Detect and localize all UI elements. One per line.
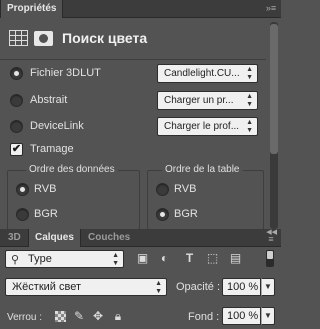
radio-data-rvb[interactable] bbox=[16, 183, 29, 196]
select-arrows-icon: ▲ ▼ bbox=[246, 66, 253, 81]
tab-layers[interactable]: Calques bbox=[28, 229, 81, 247]
label-data-rvb: RVB bbox=[34, 183, 57, 195]
opacity-dropdown-arrow[interactable]: ▼ bbox=[261, 278, 275, 296]
filter-toggle[interactable] bbox=[266, 250, 274, 267]
label-3dlut: Fichier 3DLUT bbox=[30, 67, 101, 79]
data-order-rvb: RVB bbox=[8, 179, 138, 201]
opacity-label: Opacité : bbox=[176, 281, 221, 293]
radio-3dlut[interactable] bbox=[10, 67, 23, 80]
select-arrows-icon: ▲ ▼ bbox=[112, 252, 119, 267]
select-arrows-icon: ▲ ▼ bbox=[155, 280, 162, 295]
fill-input[interactable]: 100 % bbox=[222, 307, 261, 325]
lock-transparency-icon[interactable] bbox=[55, 311, 66, 322]
group-data-order-title: Ordre des données bbox=[26, 164, 118, 175]
select-devicelink[interactable]: Charger le prof... ▲ ▼ bbox=[157, 117, 258, 136]
layer-mask-icon[interactable] bbox=[34, 31, 53, 46]
filter-pixel-icon[interactable]: ▣ bbox=[135, 251, 150, 266]
label-table-bgr: BGR bbox=[174, 208, 198, 220]
select-arrows-icon: ▲ ▼ bbox=[246, 93, 253, 108]
layers-filter-toolbar: ⚲ Type ▲ ▼ ▣ ◐ T ⬚ ▤ bbox=[0, 247, 281, 271]
properties-tabbar: Propriétés »≡ bbox=[0, 0, 281, 18]
label-devicelink: DeviceLink bbox=[30, 120, 84, 132]
filter-type-icon[interactable]: T bbox=[182, 251, 197, 266]
row-3dlut: Fichier 3DLUT Candlelight.CU... ▲ ▼ bbox=[0, 63, 266, 85]
lock-all-icon[interactable]: 🔒︎ bbox=[111, 309, 125, 323]
fill-label: Fond : bbox=[188, 311, 220, 323]
filter-smart-object-icon[interactable]: ▤ bbox=[228, 251, 243, 266]
select-arrows-icon: ▲ ▼ bbox=[246, 119, 253, 134]
group-table-order-title: Ordre de la table bbox=[162, 164, 243, 175]
radio-table-rvb[interactable] bbox=[156, 183, 169, 196]
blend-mode-select[interactable]: Жёсткий свет ▲ ▼ bbox=[5, 278, 167, 296]
table-order-rvb: RVB bbox=[148, 179, 263, 201]
lock-pixels-icon[interactable]: ✎ bbox=[72, 309, 86, 323]
properties-scrollbar[interactable] bbox=[270, 22, 278, 229]
dither-checkbox[interactable]: ✔ bbox=[10, 143, 23, 156]
radio-abstract[interactable] bbox=[10, 94, 23, 107]
page-title: Поиск цвета bbox=[62, 30, 148, 46]
properties-scroll-thumb[interactable] bbox=[270, 24, 278, 154]
tab-3d[interactable]: 3D bbox=[2, 229, 27, 247]
select-abstract-value: Charger un pr... bbox=[164, 95, 234, 106]
select-3dlut[interactable]: Candlelight.CU... ▲ ▼ bbox=[157, 64, 258, 83]
label-table-rvb: RVB bbox=[174, 183, 197, 195]
row-abstract: Abstrait Charger un pr... ▲ ▼ bbox=[0, 90, 266, 112]
tab-channels[interactable]: Couches bbox=[82, 229, 136, 247]
lock-label: Verrou : bbox=[7, 312, 43, 323]
panel-menu-icon[interactable]: »≡ bbox=[264, 2, 278, 14]
group-data-order: Ordre des données RVB BGR bbox=[7, 164, 140, 230]
properties-header: Поиск цвета bbox=[0, 18, 266, 60]
row-devicelink: DeviceLink Charger le prof... ▲ ▼ bbox=[0, 116, 266, 138]
radio-devicelink[interactable] bbox=[10, 120, 23, 133]
opacity-input[interactable]: 100 % bbox=[222, 278, 261, 296]
select-devicelink-value: Charger le prof... bbox=[164, 121, 240, 132]
panel-menu-icon[interactable]: ≡ bbox=[264, 233, 278, 245]
layers-tabbar: ◀◀ 3D Calques Couches ≡ bbox=[0, 229, 281, 247]
data-order-bgr: BGR bbox=[8, 204, 138, 226]
filter-type-value: Type bbox=[28, 253, 52, 265]
lock-position-icon[interactable]: ✥ bbox=[91, 309, 105, 323]
filter-type-select[interactable]: ⚲ Type ▲ ▼ bbox=[5, 250, 124, 268]
fill-dropdown-arrow[interactable]: ▼ bbox=[261, 307, 275, 325]
tab-properties[interactable]: Propriétés bbox=[0, 0, 64, 18]
blend-mode-value: Жёсткий свет bbox=[12, 281, 81, 293]
label-data-bgr: BGR bbox=[34, 208, 58, 220]
search-icon: ⚲ bbox=[11, 254, 20, 266]
select-3dlut-value: Candlelight.CU... bbox=[164, 68, 240, 79]
group-table-order: Ordre de la table RVB BGR bbox=[147, 164, 264, 230]
select-abstract[interactable]: Charger un pr... ▲ ▼ bbox=[157, 91, 258, 110]
label-abstract: Abstrait bbox=[30, 94, 68, 106]
filter-shape-icon[interactable]: ⬚ bbox=[205, 251, 220, 266]
filter-adjustment-icon[interactable]: ◐ bbox=[157, 251, 172, 266]
radio-data-bgr[interactable] bbox=[16, 208, 29, 221]
radio-table-bgr[interactable] bbox=[156, 208, 169, 221]
row-dither: ✔ Tramage bbox=[0, 139, 266, 161]
adjustment-grid-icon bbox=[9, 30, 28, 46]
table-order-bgr: BGR bbox=[148, 204, 263, 226]
label-dither: Tramage bbox=[30, 143, 74, 155]
